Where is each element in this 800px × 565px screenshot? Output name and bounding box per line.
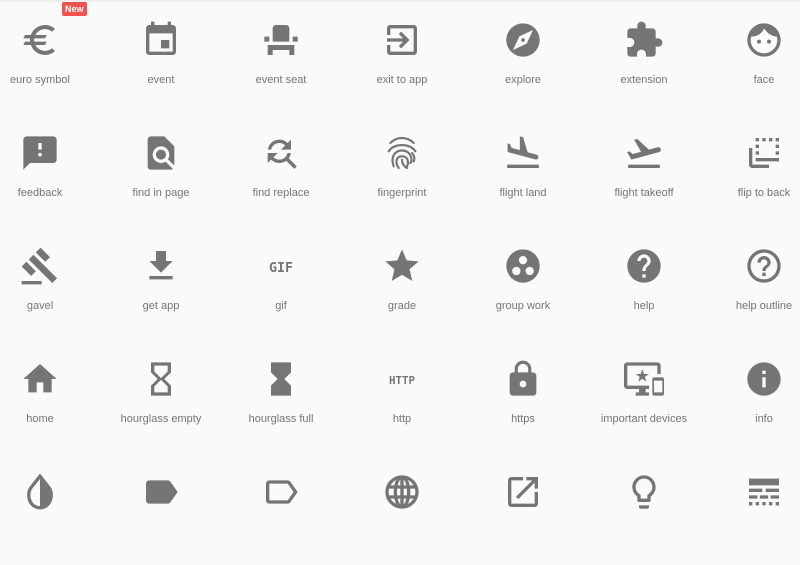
- home-icon: [23, 364, 57, 393]
- fingerprint-icon: [387, 136, 417, 170]
- face-icon: [747, 23, 781, 57]
- icon-tile-language[interactable]: [342, 452, 462, 565]
- icon-label: find in page: [132, 187, 190, 199]
- icon-tile-invert-colors[interactable]: [0, 452, 100, 565]
- icon-tile-info[interactable]: info: [704, 339, 800, 452]
- icon-tile-grade[interactable]: grade: [342, 226, 462, 339]
- lightbulb-outline-icon: [632, 475, 656, 509]
- icon-label: gif: [275, 300, 287, 312]
- icon-label: flight land: [499, 187, 547, 199]
- http-icon: HTTP: [389, 374, 416, 387]
- help-outline-icon: [747, 249, 781, 283]
- hourglass-empty-icon: [151, 362, 171, 396]
- icon-tile-label[interactable]: [101, 452, 221, 565]
- invert-colors-icon: [27, 473, 53, 510]
- euro-symbol-icon: [23, 25, 55, 55]
- icon-tile-find-in-page[interactable]: find in page: [101, 113, 221, 226]
- icon-label: extension: [620, 74, 668, 86]
- icon-label: info: [755, 413, 773, 425]
- icon-label: help outline: [735, 300, 793, 312]
- icon-tile-http[interactable]: HTTP http: [342, 339, 462, 452]
- svg-text:HTTP: HTTP: [389, 374, 416, 387]
- icon-tile-feedback[interactable]: feedback: [0, 113, 100, 226]
- get-app-icon: [149, 251, 173, 280]
- icon-tile-gavel[interactable]: gavel: [0, 226, 100, 339]
- icon-tile-lightbulb-outline[interactable]: [584, 452, 704, 565]
- icon-tile-group-work[interactable]: group work: [463, 226, 583, 339]
- info-icon: [747, 362, 781, 396]
- icon-tile-hourglass-full[interactable]: hourglass full: [221, 339, 341, 452]
- icon-label: flip to back: [737, 187, 791, 199]
- important-devices-icon: [624, 362, 664, 396]
- icon-tile-flip-to-back[interactable]: flip to back: [704, 113, 800, 226]
- icon-tile-explore[interactable]: explore: [463, 0, 583, 113]
- icon-label: find replace: [252, 187, 310, 199]
- icon-tile-flight-takeoff[interactable]: flight takeoff: [584, 113, 704, 226]
- icon-label: hourglass empty: [120, 413, 202, 425]
- icon-tile-face[interactable]: face: [704, 0, 800, 113]
- label-outline-icon: [266, 480, 298, 504]
- find-in-page-icon: [147, 136, 175, 170]
- icon-label: fingerprint: [377, 187, 427, 199]
- feedback-icon: [23, 136, 57, 170]
- icon-tile-flight-land[interactable]: flight land: [463, 113, 583, 226]
- icon-tile-label-outline[interactable]: [221, 452, 341, 565]
- icon-label: get app: [142, 300, 180, 312]
- label-icon: [146, 480, 178, 504]
- icon-tile-line-style[interactable]: [704, 452, 800, 565]
- gavel-icon: [21, 247, 58, 285]
- icon-tile-get-app[interactable]: get app: [101, 226, 221, 339]
- line-style-icon: [749, 478, 779, 506]
- icon-tile-event-seat[interactable]: event seat: [221, 0, 341, 113]
- hourglass-full-icon: [271, 362, 291, 396]
- icon-tile-event[interactable]: event: [101, 0, 221, 113]
- explore-icon: [506, 23, 540, 57]
- icon-tile-important-devices[interactable]: important devices: [584, 339, 704, 452]
- icon-label: important devices: [600, 413, 688, 425]
- https-icon: [509, 360, 537, 396]
- icon-tile-home[interactable]: home: [0, 339, 100, 452]
- exit-to-app-icon: [387, 25, 417, 55]
- icon-tile-help[interactable]: help: [584, 226, 704, 339]
- icon-label: help: [633, 300, 655, 312]
- event-seat-icon: [264, 25, 298, 55]
- icon-tile-help-outline[interactable]: help outline: [704, 226, 800, 339]
- help-icon: [627, 249, 661, 283]
- icon-label: face: [753, 74, 775, 86]
- new-badge: New: [62, 2, 87, 16]
- flip-to-back-icon: [749, 138, 779, 168]
- icon-tile-gif[interactable]: GIF gif: [221, 226, 341, 339]
- icon-tile-find-replace[interactable]: find replace: [221, 113, 341, 226]
- icon-tile-https[interactable]: https: [463, 339, 583, 452]
- icon-label: explore: [504, 74, 542, 86]
- icon-tile-euro-symbol[interactable]: euro symbol New: [0, 0, 100, 113]
- icon-tile-fingerprint[interactable]: fingerprint: [342, 113, 462, 226]
- launch-icon: [508, 477, 538, 507]
- gif-icon: GIF: [269, 261, 293, 276]
- icon-label: group work: [495, 300, 551, 312]
- find-replace-icon: [267, 139, 297, 169]
- icon-label: exit to app: [376, 74, 428, 86]
- flight-takeoff-icon: [627, 138, 661, 168]
- icon-tile-launch[interactable]: [463, 452, 583, 565]
- icon-tile-hourglass-empty[interactable]: hourglass empty: [101, 339, 221, 452]
- language-icon: [385, 475, 419, 509]
- svg-text:GIF: GIF: [269, 261, 293, 276]
- icon-label: event seat: [255, 74, 307, 86]
- icon-label: event: [147, 74, 175, 86]
- icon-label: http: [392, 413, 412, 425]
- grade-icon: [385, 249, 419, 281]
- icon-label: hourglass full: [248, 413, 314, 425]
- flight-land-icon: [507, 136, 539, 168]
- icon-label: grade: [387, 300, 417, 312]
- group-work-icon: [506, 249, 540, 283]
- icon-tile-exit-to-app[interactable]: exit to app: [342, 0, 462, 113]
- event-icon: [146, 21, 176, 56]
- icon-label: flight takeoff: [614, 187, 674, 199]
- icon-label: https: [511, 413, 535, 425]
- extension-icon: [627, 21, 663, 57]
- icon-tile-extension[interactable]: extension: [584, 0, 704, 113]
